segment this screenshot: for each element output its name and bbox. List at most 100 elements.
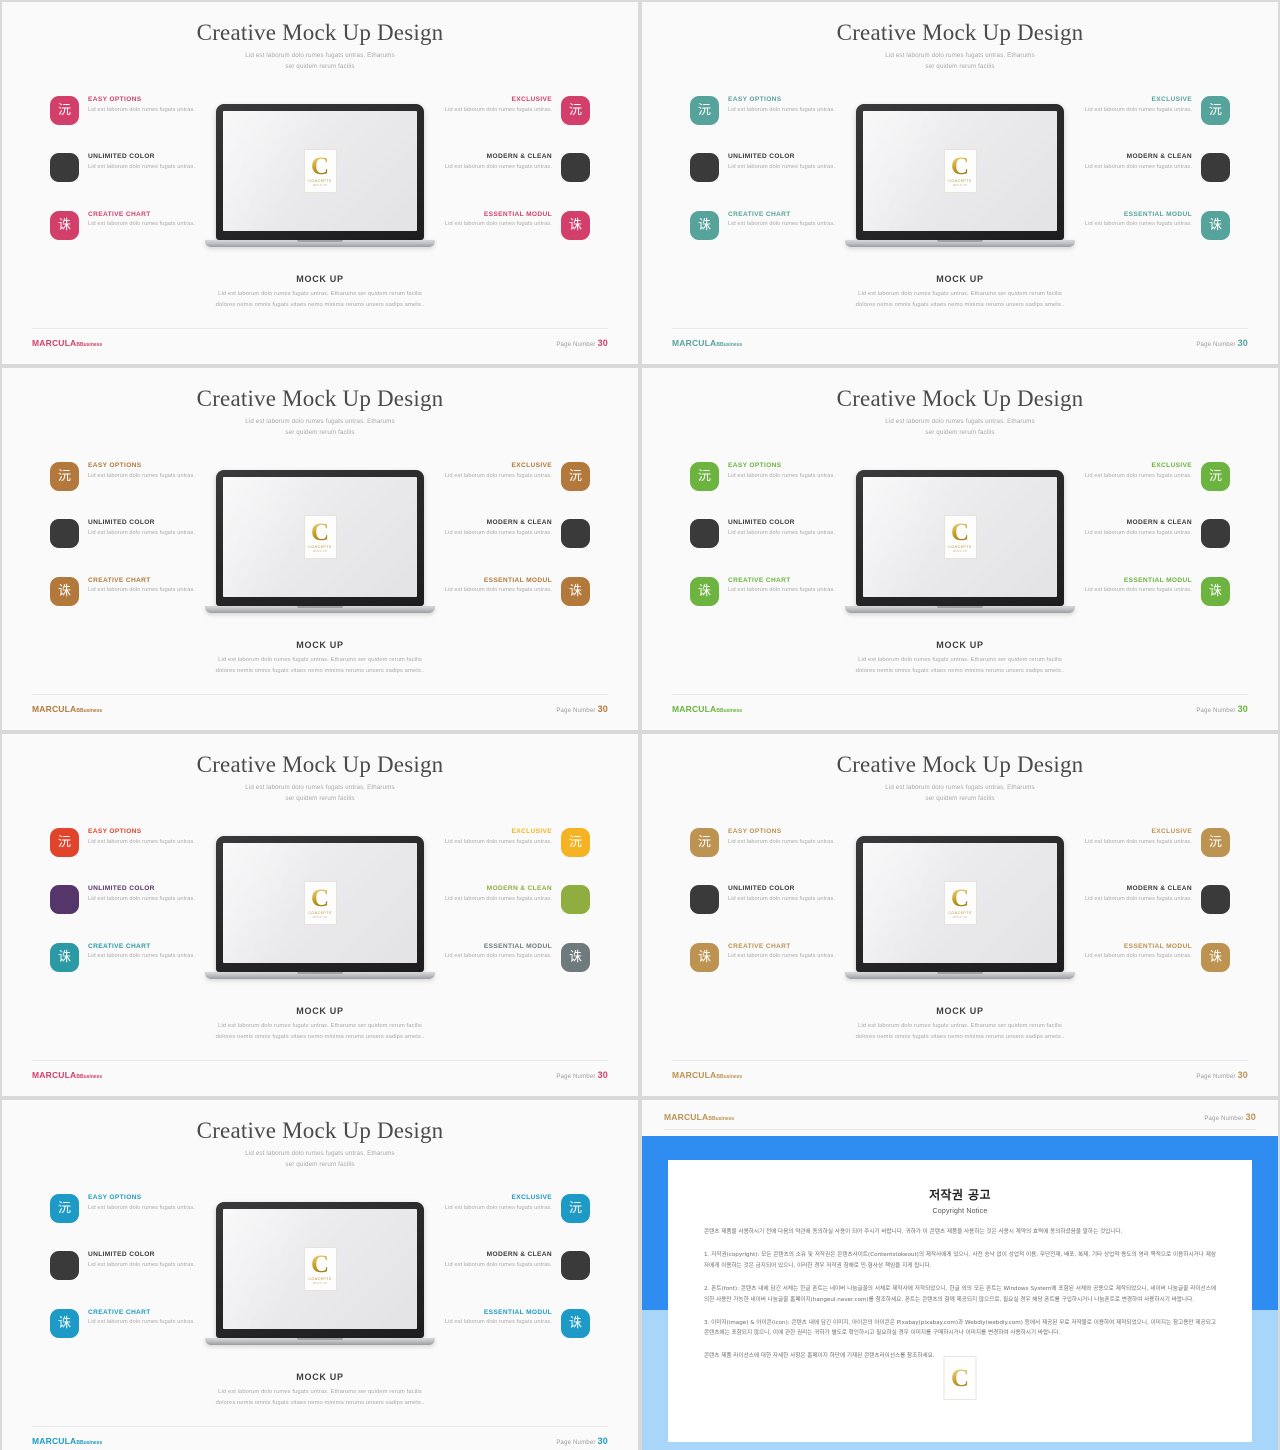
feature-essential-modul[interactable]: 诛 ESSENTIAL MODUL Lid est laborum dolo r… [1083,576,1230,634]
feature-creative-chart[interactable]: 诛 CREATIVE CHART Lid est laborum dolo ru… [690,210,850,268]
feature-exclusive[interactable]: 沅 EXCLUSIVE Lid est laborum dolo rumes f… [1083,828,1230,885]
feature-exclusive[interactable]: 沅 EXCLUSIVE Lid est laborum dolo rumes f… [1083,96,1230,153]
feature-modern-clean[interactable]: MODERN & CLEAN Lid est laborum dolo rume… [1083,519,1230,576]
slide-copyright-notice[interactable]: MARCULABBusiness Page Number 30 저작권 공고 Co… [642,1100,1278,1450]
glyph-icon-bottom[interactable]: 诛 [561,1308,590,1338]
glyph-icon-bottom[interactable]: 诛 [690,942,719,972]
feature-exclusive[interactable]: 沅 EXCLUSIVE Lid est laborum dolo rumes f… [443,828,590,885]
feature-creative-chart[interactable]: 诛 CREATIVE CHART Lid est laborum dolo ru… [690,942,850,1000]
brand-logo[interactable]: MARCULABBusiness [672,704,742,714]
square-icon[interactable] [561,153,590,183]
square-icon[interactable] [1201,519,1230,549]
feature-modern-clean[interactable]: MODERN & CLEAN Lid est laborum dolo rume… [443,885,590,942]
slide-green[interactable]: Creative Mock Up Design Lid est laborum … [642,368,1278,730]
slide-brown[interactable]: Creative Mock Up Design Lid est laborum … [2,368,638,730]
glyph-icon-bottom[interactable]: 诛 [561,576,590,606]
feature-modern-clean[interactable]: MODERN & CLEAN Lid est laborum dolo rume… [443,519,590,576]
glyph-icon-top[interactable]: 沅 [50,96,79,125]
feature-creative-chart[interactable]: 诛 CREATIVE CHART Lid est laborum dolo ru… [50,942,210,1000]
glyph-icon-top[interactable]: 沅 [561,828,590,857]
slide-gold[interactable]: Creative Mock Up Design Lid est laborum … [642,734,1278,1096]
feature-unlimited-color[interactable]: UNLIMITED COLOR Lid est laborum dolo rum… [50,153,210,210]
feature-exclusive[interactable]: 沅 EXCLUSIVE Lid est laborum dolo rumes f… [443,462,590,519]
feature-easy-options[interactable]: 沅 EASY OPTIONS Lid est laborum dolo rume… [50,96,210,153]
brand-logo[interactable]: MARCULABBusiness [32,704,102,714]
glyph-icon-bottom[interactable]: 诛 [50,942,79,972]
feature-unlimited-color[interactable]: UNLIMITED COLOR Lid est laborum dolo rum… [690,519,850,576]
brand-logo[interactable]: MARCULABBusiness [672,1070,742,1080]
feature-unlimited-color[interactable]: UNLIMITED COLOR Lid est laborum dolo rum… [690,153,850,210]
feature-exclusive[interactable]: 沅 EXCLUSIVE Lid est laborum dolo rumes f… [443,1194,590,1251]
slide-blue[interactable]: Creative Mock Up Design Lid est laborum … [2,1100,638,1450]
brand-logo[interactable]: MARCULABBusiness [32,1436,102,1446]
glyph-icon-top[interactable]: 沅 [561,1194,590,1223]
glyph-icon-top[interactable]: 沅 [690,462,719,491]
feature-modern-clean[interactable]: MODERN & CLEAN Lid est laborum dolo rume… [443,1251,590,1308]
glyph-icon-bottom[interactable]: 诛 [561,210,590,240]
feature-modern-clean[interactable]: MODERN & CLEAN Lid est laborum dolo rume… [443,153,590,210]
brand-logo[interactable]: MARCULABBusiness [672,338,742,348]
square-icon[interactable] [1201,153,1230,183]
glyph-icon-bottom[interactable]: 诛 [561,942,590,972]
glyph-icon-top[interactable]: 沅 [1201,462,1230,491]
feature-essential-modul[interactable]: 诛 ESSENTIAL MODUL Lid est laborum dolo r… [443,210,590,268]
glyph-icon-top[interactable]: 沅 [690,96,719,125]
feature-unlimited-color[interactable]: UNLIMITED COLOR Lid est laborum dolo rum… [50,1251,210,1308]
square-icon[interactable] [690,519,719,549]
glyph-icon-top[interactable]: 沅 [561,462,590,491]
slide-multicolor[interactable]: Creative Mock Up Design Lid est laborum … [2,734,638,1096]
glyph-icon-top[interactable]: 沅 [50,1194,79,1223]
glyph-icon-bottom[interactable]: 诛 [690,210,719,240]
feature-easy-options[interactable]: 沅 EASY OPTIONS Lid est laborum dolo rume… [50,1194,210,1251]
square-icon[interactable] [50,153,79,183]
square-icon[interactable] [50,519,79,549]
glyph-icon-bottom[interactable]: 诛 [1201,576,1230,606]
glyph-icon-bottom[interactable]: 诛 [50,576,79,606]
feature-exclusive[interactable]: 沅 EXCLUSIVE Lid est laborum dolo rumes f… [1083,462,1230,519]
glyph-icon-top[interactable]: 沅 [50,462,79,491]
feature-essential-modul[interactable]: 诛 ESSENTIAL MODUL Lid est laborum dolo r… [443,576,590,634]
slide-pink[interactable]: Creative Mock Up Design Lid est laborum … [2,2,638,364]
glyph-icon-bottom[interactable]: 诛 [50,1308,79,1338]
glyph-icon-bottom[interactable]: 诛 [1201,942,1230,972]
feature-unlimited-color[interactable]: UNLIMITED COLOR Lid est laborum dolo rum… [50,885,210,942]
feature-easy-options[interactable]: 沅 EASY OPTIONS Lid est laborum dolo rume… [50,828,210,885]
feature-easy-options[interactable]: 沅 EASY OPTIONS Lid est laborum dolo rume… [50,462,210,519]
square-icon[interactable] [561,1251,590,1281]
feature-creative-chart[interactable]: 诛 CREATIVE CHART Lid est laborum dolo ru… [50,1308,210,1366]
feature-easy-options[interactable]: 沅 EASY OPTIONS Lid est laborum dolo rume… [690,96,850,153]
brand-logo[interactable]: MARCULABBusiness [32,338,102,348]
brand-logo[interactable]: MARCULABBusiness [32,1070,102,1080]
feature-unlimited-color[interactable]: UNLIMITED COLOR Lid est laborum dolo rum… [50,519,210,576]
square-icon[interactable] [50,885,79,915]
glyph-icon-bottom[interactable]: 诛 [690,576,719,606]
feature-creative-chart[interactable]: 诛 CREATIVE CHART Lid est laborum dolo ru… [50,210,210,268]
feature-essential-modul[interactable]: 诛 ESSENTIAL MODUL Lid est laborum dolo r… [1083,210,1230,268]
glyph-icon-top[interactable]: 沅 [1201,96,1230,125]
square-icon[interactable] [1201,885,1230,915]
square-icon[interactable] [561,885,590,915]
feature-essential-modul[interactable]: 诛 ESSENTIAL MODUL Lid est laborum dolo r… [443,942,590,1000]
square-icon[interactable] [690,885,719,915]
glyph-icon-top[interactable]: 沅 [1201,828,1230,857]
feature-modern-clean[interactable]: MODERN & CLEAN Lid est laborum dolo rume… [1083,885,1230,942]
brand-logo[interactable]: MARCULABBusiness [664,1112,734,1122]
feature-creative-chart[interactable]: 诛 CREATIVE CHART Lid est laborum dolo ru… [50,576,210,634]
glyph-icon-top[interactable]: 沅 [50,828,79,857]
square-icon[interactable] [561,519,590,549]
feature-essential-modul[interactable]: 诛 ESSENTIAL MODUL Lid est laborum dolo r… [443,1308,590,1366]
glyph-icon-bottom[interactable]: 诛 [1201,210,1230,240]
feature-essential-modul[interactable]: 诛 ESSENTIAL MODUL Lid est laborum dolo r… [1083,942,1230,1000]
feature-creative-chart[interactable]: 诛 CREATIVE CHART Lid est laborum dolo ru… [690,576,850,634]
glyph-icon-bottom[interactable]: 诛 [50,210,79,240]
glyph-icon-top[interactable]: 沅 [690,828,719,857]
square-icon[interactable] [690,153,719,183]
feature-easy-options[interactable]: 沅 EASY OPTIONS Lid est laborum dolo rume… [690,828,850,885]
slide-teal[interactable]: Creative Mock Up Design Lid est laborum … [642,2,1278,364]
glyph-icon-top[interactable]: 沅 [561,96,590,125]
feature-unlimited-color[interactable]: UNLIMITED COLOR Lid est laborum dolo rum… [690,885,850,942]
feature-easy-options[interactable]: 沅 EASY OPTIONS Lid est laborum dolo rume… [690,462,850,519]
square-icon[interactable] [50,1251,79,1281]
feature-exclusive[interactable]: 沅 EXCLUSIVE Lid est laborum dolo rumes f… [443,96,590,153]
feature-modern-clean[interactable]: MODERN & CLEAN Lid est laborum dolo rume… [1083,153,1230,210]
